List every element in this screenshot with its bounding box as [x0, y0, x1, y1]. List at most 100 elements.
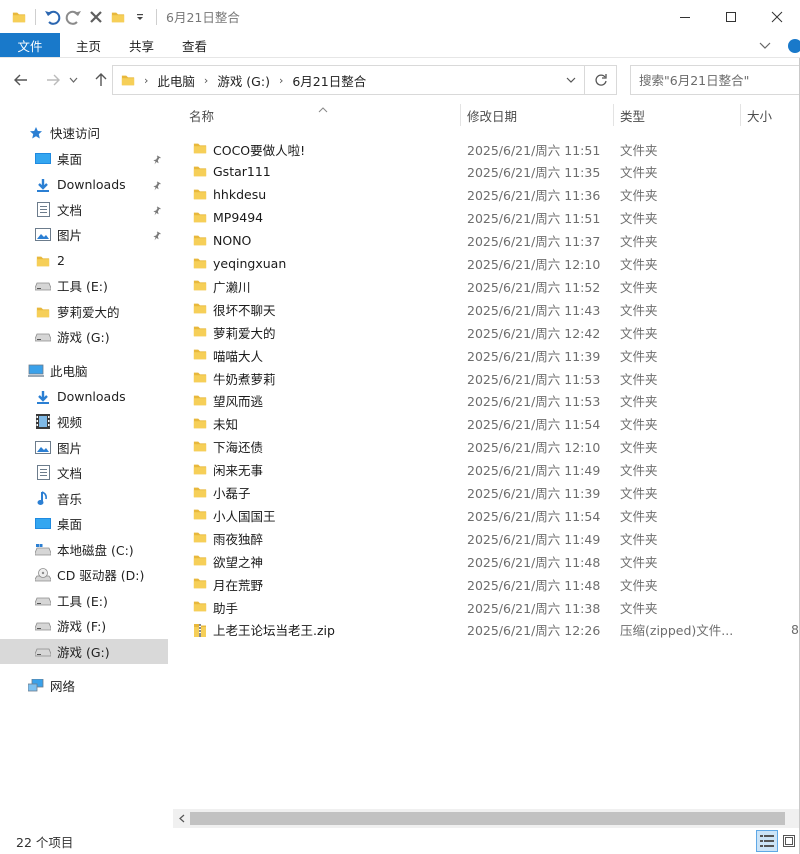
nav-quick-access[interactable]: 快速访问 [0, 120, 168, 145]
drive-icon [35, 278, 51, 294]
nav-item-pc-desktop[interactable]: 桌面 [0, 511, 168, 536]
folder-icon [193, 485, 209, 501]
address-bar[interactable]: › 此电脑 › 游戏 (G:) › 6月21日整合 [112, 65, 617, 95]
nav-label: 图片 [57, 441, 83, 456]
table-row[interactable]: 欲望之神 2025/6/21/周六 11:48 文件夹 [187, 550, 800, 572]
folder-icon [193, 278, 209, 294]
nav-item-music[interactable]: 音乐 [0, 486, 168, 511]
nav-item-folder-luoli[interactable]: 萝莉爱大的 [0, 299, 168, 324]
nav-item-folder-2[interactable]: 2 [0, 248, 168, 273]
nav-label: 本地磁盘 (C:) [57, 543, 134, 558]
tab-view[interactable]: 查看 [168, 33, 221, 57]
undo-icon[interactable] [41, 6, 63, 28]
details-view-icon [760, 835, 774, 847]
forward-button[interactable] [40, 67, 66, 93]
pin-icon[interactable] [152, 179, 162, 194]
tab-file[interactable]: 文件 [0, 33, 60, 57]
nav-item-pictures[interactable]: 图片 [0, 222, 168, 247]
delete-icon[interactable] [85, 6, 107, 28]
large-icons-view-button[interactable] [778, 830, 800, 852]
column-header-date[interactable]: 修改日期 [461, 102, 613, 129]
minimize-button[interactable] [662, 0, 708, 33]
table-row[interactable]: yeqingxuan 2025/6/21/周六 12:10 文件夹 [187, 253, 800, 275]
nav-item-documents[interactable]: 文档 [0, 197, 168, 222]
nav-item-pc-pictures[interactable]: 图片 [0, 435, 168, 460]
tab-share[interactable]: 共享 [115, 33, 168, 57]
nav-item-drive-c[interactable]: 本地磁盘 (C:) [0, 537, 168, 562]
horizontal-scrollbar[interactable] [173, 809, 800, 828]
window-title: 6月21日整合 [166, 10, 240, 25]
nav-this-pc[interactable]: 此电脑 [0, 358, 168, 383]
search-box[interactable] [630, 65, 800, 95]
chevron-right-icon[interactable]: › [204, 74, 208, 87]
nav-network[interactable]: 网络 [0, 673, 168, 698]
customize-qat-icon[interactable] [129, 6, 151, 28]
expand-ribbon-icon[interactable] [752, 42, 778, 50]
redo-icon[interactable] [63, 6, 85, 28]
pin-icon[interactable] [152, 229, 162, 244]
scroll-thumb[interactable] [190, 812, 785, 825]
table-row[interactable]: Gstar111 2025/6/21/周六 11:35 文件夹 [187, 161, 800, 183]
table-row[interactable]: 望风而逃 2025/6/21/周六 11:53 文件夹 [187, 390, 800, 412]
nav-item-drive-g-quick[interactable]: 游戏 (G:) [0, 324, 168, 349]
address-history-button[interactable] [558, 66, 584, 94]
scroll-left-button[interactable] [173, 809, 190, 828]
table-row[interactable]: 未知 2025/6/21/周六 11:54 文件夹 [187, 413, 800, 435]
breadcrumb-this-pc[interactable]: 此电脑 [157, 71, 195, 90]
file-date: 2025/6/21/周六 11:54 [467, 508, 601, 524]
pin-icon[interactable] [152, 153, 162, 168]
back-button[interactable] [8, 67, 34, 93]
table-row[interactable]: 下海还债 2025/6/21/周六 12:10 文件夹 [187, 436, 800, 458]
table-row[interactable]: hhkdesu 2025/6/21/周六 11:36 文件夹 [187, 184, 800, 206]
recent-locations-button[interactable] [66, 67, 80, 93]
column-header-size[interactable]: 大小 [741, 102, 800, 129]
nav-item-videos[interactable]: 视频 [0, 409, 168, 434]
tab-home[interactable]: 主页 [60, 33, 115, 57]
nav-item-pc-documents[interactable]: 文档 [0, 460, 168, 485]
refresh-icon [594, 74, 607, 86]
table-row[interactable]: 月在荒野 2025/6/21/周六 11:48 文件夹 [187, 573, 800, 595]
help-icon[interactable] [778, 38, 800, 54]
pin-icon[interactable] [152, 204, 162, 219]
column-header-name[interactable]: 名称 [183, 102, 459, 129]
table-row[interactable]: 助手 2025/6/21/周六 11:38 文件夹 [187, 596, 800, 618]
details-view-button[interactable] [756, 830, 778, 852]
table-row[interactable]: COCO要做人啦! 2025/6/21/周六 11:51 文件夹 [187, 138, 800, 160]
refresh-button[interactable] [584, 66, 616, 94]
table-row[interactable]: 闲来无事 2025/6/21/周六 11:49 文件夹 [187, 459, 800, 481]
folder-icon [193, 530, 209, 546]
table-row[interactable]: MP9494 2025/6/21/周六 11:51 文件夹 [187, 207, 800, 229]
nav-item-pc-drive-g[interactable]: 游戏 (G:) [0, 639, 168, 664]
table-row[interactable]: 小人国国王 2025/6/21/周六 11:54 文件夹 [187, 504, 800, 526]
navigation-pane: 快速访问 桌面 Downloads 文档 图片 2 工具 (E:) 萝莉爱大的 … [0, 102, 168, 828]
table-row[interactable]: 广濑川 2025/6/21/周六 11:52 文件夹 [187, 275, 800, 297]
column-header-type[interactable]: 类型 [614, 102, 740, 129]
nav-item-downloads[interactable]: Downloads [0, 172, 168, 197]
nav-item-drive-f[interactable]: 游戏 (F:) [0, 613, 168, 638]
table-row[interactable]: NONO 2025/6/21/周六 11:37 文件夹 [187, 230, 800, 252]
chevron-right-icon[interactable]: › [144, 74, 148, 87]
maximize-button[interactable] [708, 0, 754, 33]
folder-properties-icon[interactable] [107, 6, 129, 28]
table-row[interactable]: 萝莉爱大的 2025/6/21/周六 12:42 文件夹 [187, 321, 800, 343]
nav-item-drive-d[interactable]: CD 驱动器 (D:) [0, 562, 168, 587]
up-button[interactable] [88, 67, 114, 93]
table-row[interactable]: 很坏不聊天 2025/6/21/周六 11:43 文件夹 [187, 298, 800, 320]
table-row[interactable]: 小磊子 2025/6/21/周六 11:39 文件夹 [187, 482, 800, 504]
file-type: 文件夹 [620, 531, 658, 547]
table-row[interactable]: 上老王论坛当老王.zip 2025/6/21/周六 12:26 压缩(zipped)… [187, 619, 800, 641]
table-row[interactable]: 雨夜独醉 2025/6/21/周六 11:49 文件夹 [187, 527, 800, 549]
breadcrumb-current-folder[interactable]: 6月21日整合 [292, 71, 366, 90]
file-name: 助手 [213, 600, 239, 616]
chevron-right-icon[interactable]: › [279, 74, 283, 87]
close-button[interactable] [754, 0, 800, 33]
nav-item-desktop[interactable]: 桌面 [0, 146, 168, 171]
table-row[interactable]: 喵喵大人 2025/6/21/周六 11:39 文件夹 [187, 344, 800, 366]
nav-item-pc-drive-e[interactable]: 工具 (E:) [0, 588, 168, 613]
table-row[interactable]: 牛奶煮萝莉 2025/6/21/周六 11:53 文件夹 [187, 367, 800, 389]
breadcrumb-drive-g[interactable]: 游戏 (G:) [217, 71, 270, 90]
nav-item-drive-e[interactable]: 工具 (E:) [0, 273, 168, 298]
nav-item-pc-downloads[interactable]: Downloads [0, 384, 168, 409]
search-input[interactable] [639, 72, 789, 88]
file-date: 2025/6/21/周六 11:39 [467, 486, 601, 501]
